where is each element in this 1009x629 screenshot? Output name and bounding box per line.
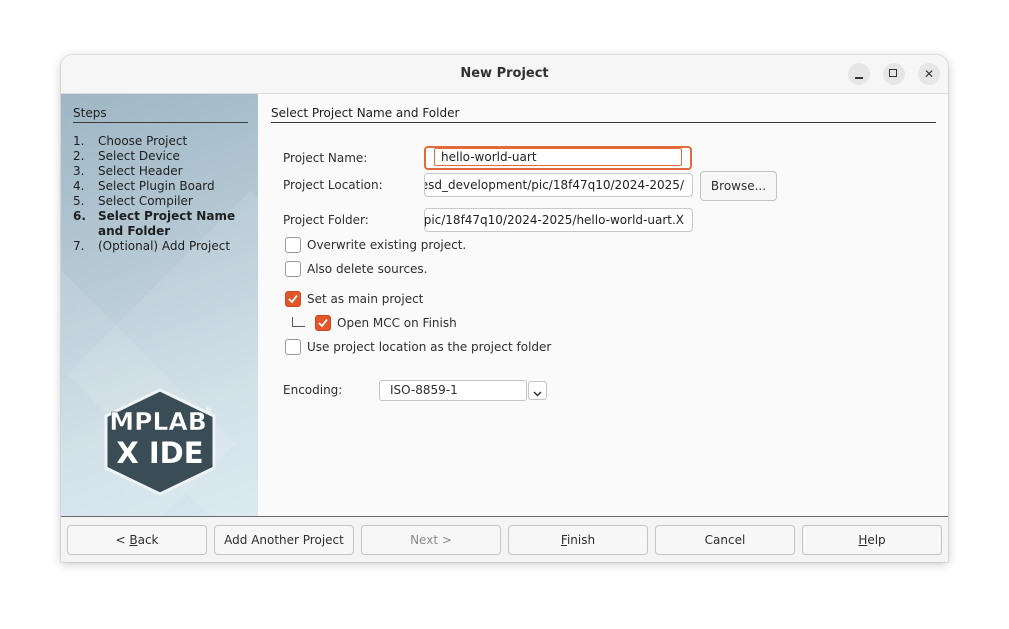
steps-sidebar: Steps 1. Choose Project 2. Select Device 3… xyxy=(61,94,258,516)
title-bar[interactable]: New Project ✕ xyxy=(61,55,948,94)
back-button[interactable]: < Back xyxy=(67,525,207,555)
checkmark-icon xyxy=(318,318,328,328)
open-mcc-checkbox[interactable] xyxy=(315,315,331,331)
maximize-icon[interactable] xyxy=(883,63,905,85)
delete-sources-checkbox[interactable] xyxy=(285,261,301,277)
cancel-button[interactable]: Cancel xyxy=(655,525,795,555)
step-item: 4. Select Plugin Board xyxy=(73,179,215,193)
project-location-label: Project Location: xyxy=(283,178,383,192)
tree-connector xyxy=(292,317,305,327)
use-location-checkbox[interactable] xyxy=(285,339,301,355)
main-project-label: Set as main project xyxy=(307,292,424,306)
overwrite-label: Overwrite existing project. xyxy=(307,238,467,252)
logo-text-x-ide: X IDE xyxy=(116,436,203,470)
project-name-label: Project Name: xyxy=(283,151,368,165)
button-bar: < Back Add Another Project Next > Finish… xyxy=(61,517,948,562)
step-item: 2. Select Device xyxy=(73,149,180,163)
next-button[interactable]: Next > xyxy=(361,525,501,555)
window-title: New Project xyxy=(460,66,549,81)
chevron-down-icon[interactable] xyxy=(528,381,547,400)
checkmark-icon xyxy=(288,294,298,304)
step-item: 1. Choose Project xyxy=(73,134,188,148)
use-location-label: Use project location as the project fold… xyxy=(307,340,552,354)
encoding-select[interactable]: ISO-8859-1 xyxy=(379,380,527,401)
encoding-label: Encoding: xyxy=(283,383,343,397)
mplab-x-ide-logo: MPLAB ® X IDE xyxy=(104,388,216,496)
help-button[interactable]: Help xyxy=(802,525,942,555)
project-name-value: hello-world-uart xyxy=(434,148,682,166)
add-another-project-button[interactable]: Add Another Project xyxy=(214,525,354,555)
overwrite-checkbox[interactable] xyxy=(285,237,301,253)
open-mcc-label: Open MCC on Finish xyxy=(337,316,457,330)
delete-sources-label: Also delete sources. xyxy=(307,262,428,276)
project-name-input[interactable]: hello-world-uart xyxy=(424,146,692,170)
browse-button[interactable]: Browse... xyxy=(700,171,777,201)
step-item: 5. Select Compiler xyxy=(73,194,193,208)
steps-list: 1. Choose Project 2. Select Device 3. Selec… xyxy=(73,134,258,254)
project-folder-value: pic/18f47q10/2024-2025/hello-world-uart.… xyxy=(424,213,684,227)
logo-registered-mark: ® xyxy=(205,406,212,414)
page-title: Select Project Name and Folder xyxy=(271,106,936,123)
step-item: 3. Select Header xyxy=(73,164,183,178)
finish-button[interactable]: Finish xyxy=(508,525,648,555)
minimize-icon[interactable] xyxy=(848,63,870,85)
steps-title: Steps xyxy=(73,106,248,123)
step-item: 7. (Optional) Add Project xyxy=(73,239,231,253)
project-folder-input[interactable]: pic/18f47q10/2024-2025/hello-world-uart.… xyxy=(424,208,693,232)
project-location-value: esd_development/pic/18f47q10/2024-2025/ xyxy=(424,178,684,192)
project-location-input[interactable]: esd_development/pic/18f47q10/2024-2025/ xyxy=(424,173,693,197)
close-icon[interactable]: ✕ xyxy=(918,63,940,85)
project-folder-label: Project Folder: xyxy=(283,213,369,227)
logo-text-mplab: MPLAB xyxy=(109,407,207,436)
step-item-active: 6. Select Project Name and Folder xyxy=(73,209,236,238)
main-project-checkbox[interactable] xyxy=(285,291,301,307)
new-project-dialog: New Project ✕ Steps 1. Choose Project 2. S… xyxy=(61,55,948,562)
